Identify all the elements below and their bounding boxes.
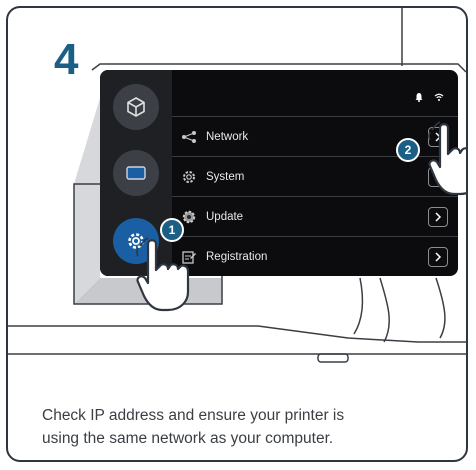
- chevron-right-icon[interactable]: [428, 246, 448, 267]
- status-bar: [414, 92, 444, 102]
- instruction-card: 4 Network System Update Registration 1 2…: [6, 6, 468, 462]
- menu-row-system[interactable]: System: [172, 156, 458, 196]
- cube-icon: [127, 97, 145, 117]
- pointing-hand-icon: [428, 121, 466, 196]
- bell-icon: [415, 93, 423, 102]
- monitor-icon: [126, 166, 146, 180]
- sidebar-button-print[interactable]: [113, 84, 159, 130]
- sidebar-button-display[interactable]: [113, 150, 159, 196]
- menu-label-registration: Registration: [206, 250, 268, 263]
- system-gear-icon: [178, 166, 200, 188]
- menu-label-update: Update: [206, 210, 244, 223]
- menu-label-network: Network: [206, 130, 249, 143]
- menu-label-system: System: [206, 170, 245, 183]
- instruction-line-2: using the same network as your computer.: [42, 430, 334, 447]
- wifi-icon: [434, 93, 444, 101]
- pointing-hand-icon: [136, 237, 190, 312]
- menu-row-registration[interactable]: Registration: [172, 236, 458, 276]
- chevron-right-icon[interactable]: [428, 206, 448, 227]
- instruction-line-1: Check IP address and ensure your printer…: [42, 407, 345, 424]
- step-number: 4: [54, 35, 79, 84]
- network-icon: [178, 126, 200, 148]
- callout-badge-2: 2: [396, 138, 420, 162]
- menu-row-update[interactable]: Update: [172, 196, 458, 236]
- instruction-text: Check IP address and ensure your printer…: [42, 404, 462, 450]
